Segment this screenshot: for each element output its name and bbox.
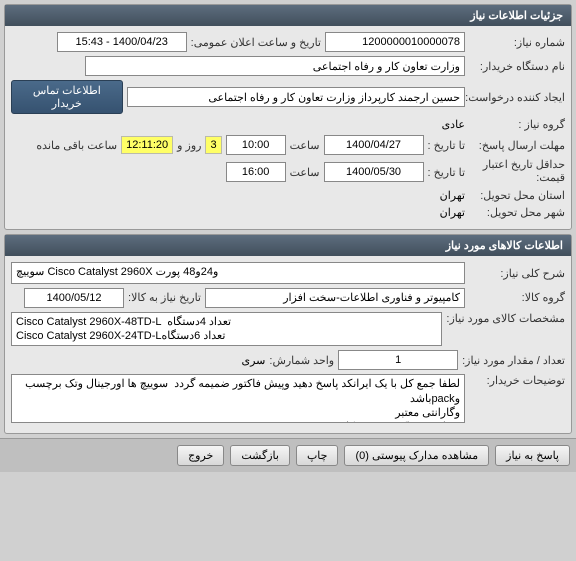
unit-label: واحد شمارش: [269,354,334,367]
deadline-time-field[interactable] [226,135,286,155]
desc-value: سوییچ Cisco Catalyst 2960X و24و48 پورت [11,262,465,283]
attachments-button[interactable]: مشاهده مدارک پیوستی (0) [344,445,489,466]
need-group-value: عادی [442,118,465,131]
contact-buyer-button[interactable]: اطلاعات تماس خریدار [11,80,123,114]
announce-datetime-field[interactable] [57,32,187,52]
delivery-city-value: تهران [440,206,465,219]
delivery-province-value: تهران [440,189,465,202]
spec-field[interactable] [11,312,442,347]
notes-label: توضیحات خریدار: [469,374,565,387]
footer-bar: پاسخ به نیاز مشاهده مدارک پیوستی (0) چاپ… [0,438,576,472]
respond-button[interactable]: پاسخ به نیاز [495,445,570,466]
requester-field[interactable] [127,87,465,107]
announce-label: تاریخ و ساعت اعلان عمومی: [191,36,321,49]
to-date-label-2: تا تاریخ : [428,166,465,179]
need-no-field[interactable] [325,32,465,52]
remaining-label: ساعت باقی مانده [36,139,117,152]
buyer-org-field[interactable] [85,56,465,76]
need-details-panel: جزئیات اطلاعات نیاز شماره نیاز: تاریخ و … [4,4,572,230]
spec-label: مشخصات کالای مورد نیاز: [446,312,565,325]
deadline-send-label: مهلت ارسال پاسخ: [469,139,565,152]
need-no-label: شماره نیاز: [469,36,565,49]
panel1-header: جزئیات اطلاعات نیاز [5,5,571,26]
hour-label-2: ساعت [290,166,320,179]
need-group-label: گروه نیاز : [469,118,565,131]
delivery-city-label: شهر محل تحویل: [469,206,565,219]
hour-label-1: ساعت [290,139,320,152]
group-label: گروه کالا: [469,291,565,304]
need-to-date-field[interactable] [24,288,124,308]
print-button[interactable]: چاپ [296,445,339,466]
buyer-org-label: نام دستگاه خریدار: [469,60,565,73]
group-field[interactable] [205,288,465,308]
requester-label: ایجاد کننده درخواست: [469,91,565,104]
delivery-province-label: استان محل تحویل: [469,189,565,202]
valid-min-label: حداقل تاریخ اعتبار قیمت: [469,159,565,185]
desc-label: شرح کلی نیاز: [469,267,565,280]
to-date-label-1: تا تاریخ : [428,139,465,152]
days-remaining-box: 3 [205,136,221,154]
countdown-box: 12:11:20 [121,136,173,154]
notes-field[interactable] [11,374,465,423]
need-to-date-label: تاریخ نیاز به کالا: [128,291,201,304]
valid-date-field[interactable] [324,162,424,182]
qty-field[interactable] [338,350,458,370]
valid-time-field[interactable] [226,162,286,182]
need-items-panel: اطلاعات کالاهای مورد نیاز شرح کلی نیاز: … [4,234,572,434]
exit-button[interactable]: خروج [177,445,224,466]
deadline-date-field[interactable] [324,135,424,155]
qty-label: تعداد / مقدار مورد نیاز: [462,354,565,367]
panel2-header: اطلاعات کالاهای مورد نیاز [5,235,571,256]
back-button[interactable]: بازگشت [230,445,290,466]
unit-value: سری [241,354,265,367]
days-and-label: روز و [177,139,201,152]
